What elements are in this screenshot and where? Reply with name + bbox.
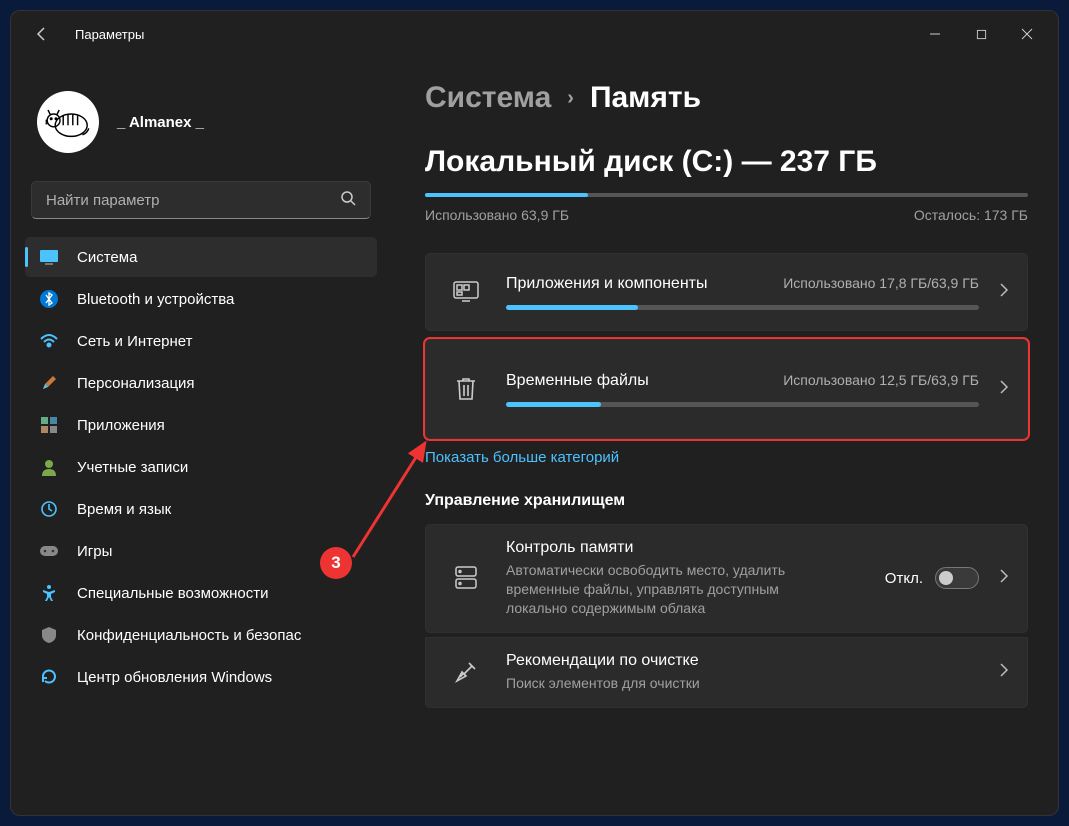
breadcrumb-parent[interactable]: Система bbox=[425, 81, 551, 115]
category-bar-fill bbox=[506, 305, 638, 310]
sidebar-item-apps[interactable]: Приложения bbox=[25, 405, 377, 445]
content-area: _ Almanex _ Система bbox=[11, 57, 1058, 815]
show-more-categories[interactable]: Показать больше категорий bbox=[425, 449, 1028, 466]
app-title: Параметры bbox=[75, 27, 144, 42]
toggle-knob bbox=[939, 571, 953, 585]
apps-icon bbox=[39, 415, 59, 435]
storage-icon bbox=[448, 565, 484, 591]
brush-icon bbox=[39, 373, 59, 393]
sidebar-item-time-language[interactable]: Время и язык bbox=[25, 489, 377, 529]
mgmt-desc: Автоматически освободить место, удалить … bbox=[506, 561, 786, 618]
cleanup-recommendations-card[interactable]: Рекомендации по очистке Поиск элементов … bbox=[425, 637, 1028, 708]
annotation-badge: 3 bbox=[320, 547, 352, 579]
sidebar-item-label: Учетные записи bbox=[77, 459, 188, 476]
update-icon bbox=[39, 667, 59, 687]
avatar bbox=[37, 91, 99, 153]
nav: Система Bluetooth и устройства Сеть и Ин… bbox=[25, 237, 377, 697]
category-temp-files[interactable]: Временные файлы Использовано 12,5 ГБ/63,… bbox=[425, 339, 1028, 439]
disk-labels: Использовано 63,9 ГБ Осталось: 173 ГБ bbox=[425, 207, 1028, 223]
storage-sense-card[interactable]: Контроль памяти Автоматически освободить… bbox=[425, 524, 1028, 633]
back-button[interactable] bbox=[27, 19, 57, 49]
disk-free-label: Осталось: 173 ГБ bbox=[914, 207, 1028, 223]
disk-usage-bar bbox=[425, 193, 1028, 197]
category-usage: Использовано 17,8 ГБ/63,9 ГБ bbox=[783, 275, 979, 291]
mgmt-title: Контроль памяти bbox=[506, 539, 871, 557]
disk-used-label: Использовано 63,9 ГБ bbox=[425, 207, 569, 223]
category-apps[interactable]: Приложения и компоненты Использовано 17,… bbox=[425, 253, 1028, 331]
sidebar-item-system[interactable]: Система bbox=[25, 237, 377, 277]
chevron-right-icon bbox=[999, 379, 1009, 400]
search-input[interactable] bbox=[46, 192, 340, 209]
sidebar-item-label: Конфиденциальность и безопас bbox=[77, 627, 301, 644]
mgmt-body: Рекомендации по очистке Поиск элементов … bbox=[506, 652, 979, 693]
sidebar-item-label: Bluetooth и устройства bbox=[77, 291, 234, 308]
search-box[interactable] bbox=[31, 181, 371, 219]
category-bar-fill bbox=[506, 402, 601, 407]
disk-title: Локальный диск (C:) — 237 ГБ bbox=[425, 145, 1028, 179]
maximize-button[interactable] bbox=[958, 11, 1004, 57]
category-body: Временные файлы Использовано 12,5 ГБ/63,… bbox=[506, 372, 979, 407]
titlebar: Параметры bbox=[11, 11, 1058, 57]
toggle-label: Откл. bbox=[885, 570, 923, 587]
mgmt-desc: Поиск элементов для очистки bbox=[506, 674, 786, 693]
sidebar-item-accounts[interactable]: Учетные записи bbox=[25, 447, 377, 487]
sidebar-item-bluetooth[interactable]: Bluetooth и устройства bbox=[25, 279, 377, 319]
toggle-area: Откл. bbox=[885, 567, 979, 589]
sidebar-item-accessibility[interactable]: Специальные возможности bbox=[25, 573, 377, 613]
category-bar bbox=[506, 305, 979, 310]
profile[interactable]: _ Almanex _ bbox=[25, 81, 377, 173]
storage-mgmt-heading: Управление хранилищем bbox=[425, 492, 1028, 510]
sidebar-item-label: Время и язык bbox=[77, 501, 171, 518]
trash-icon bbox=[448, 376, 484, 402]
sidebar-item-privacy[interactable]: Конфиденциальность и безопас bbox=[25, 615, 377, 655]
chevron-right-icon bbox=[999, 568, 1009, 589]
sidebar-item-label: Приложения bbox=[77, 417, 165, 434]
annotation-number: 3 bbox=[331, 553, 340, 573]
gamepad-icon bbox=[39, 541, 59, 561]
sidebar-item-label: Система bbox=[77, 249, 137, 266]
sidebar-item-update[interactable]: Центр обновления Windows bbox=[25, 657, 377, 697]
chevron-right-icon: › bbox=[567, 87, 574, 110]
sidebar-item-network[interactable]: Сеть и Интернет bbox=[25, 321, 377, 361]
category-title: Временные файлы bbox=[506, 372, 649, 390]
window-controls bbox=[912, 11, 1050, 57]
accessibility-icon bbox=[39, 583, 59, 603]
sidebar-item-personalization[interactable]: Персонализация bbox=[25, 363, 377, 403]
apps-screen-icon bbox=[448, 281, 484, 303]
category-title: Приложения и компоненты bbox=[506, 275, 707, 293]
breadcrumb: Система › Память bbox=[425, 81, 1028, 115]
main-panel: Система › Память Локальный диск (C:) — 2… bbox=[391, 57, 1058, 815]
mgmt-title: Рекомендации по очистке bbox=[506, 652, 979, 670]
clock-globe-icon bbox=[39, 499, 59, 519]
shield-icon bbox=[39, 625, 59, 645]
category-body: Приложения и компоненты Использовано 17,… bbox=[506, 275, 979, 310]
close-button[interactable] bbox=[1004, 11, 1050, 57]
chevron-right-icon bbox=[999, 662, 1009, 683]
broom-icon bbox=[448, 660, 484, 684]
sidebar: _ Almanex _ Система bbox=[11, 57, 391, 815]
mgmt-body: Контроль памяти Автоматически освободить… bbox=[506, 539, 871, 618]
sidebar-item-label: Центр обновления Windows bbox=[77, 669, 272, 686]
bluetooth-icon bbox=[39, 289, 59, 309]
category-usage: Использовано 12,5 ГБ/63,9 ГБ bbox=[783, 372, 979, 388]
category-bar bbox=[506, 402, 979, 407]
settings-window: Параметры bbox=[10, 10, 1059, 816]
disk-usage-fill bbox=[425, 193, 588, 197]
storage-sense-toggle[interactable] bbox=[935, 567, 979, 589]
wifi-icon bbox=[39, 331, 59, 351]
display-icon bbox=[39, 247, 59, 267]
breadcrumb-current: Память bbox=[590, 81, 701, 115]
sidebar-item-label: Персонализация bbox=[77, 375, 195, 392]
search-icon bbox=[340, 190, 356, 211]
person-icon bbox=[39, 457, 59, 477]
sidebar-item-label: Специальные возможности bbox=[77, 585, 269, 602]
chevron-right-icon bbox=[999, 282, 1009, 303]
username: _ Almanex _ bbox=[117, 114, 204, 131]
sidebar-item-label: Игры bbox=[77, 543, 112, 560]
sidebar-item-label: Сеть и Интернет bbox=[77, 333, 193, 350]
minimize-button[interactable] bbox=[912, 11, 958, 57]
